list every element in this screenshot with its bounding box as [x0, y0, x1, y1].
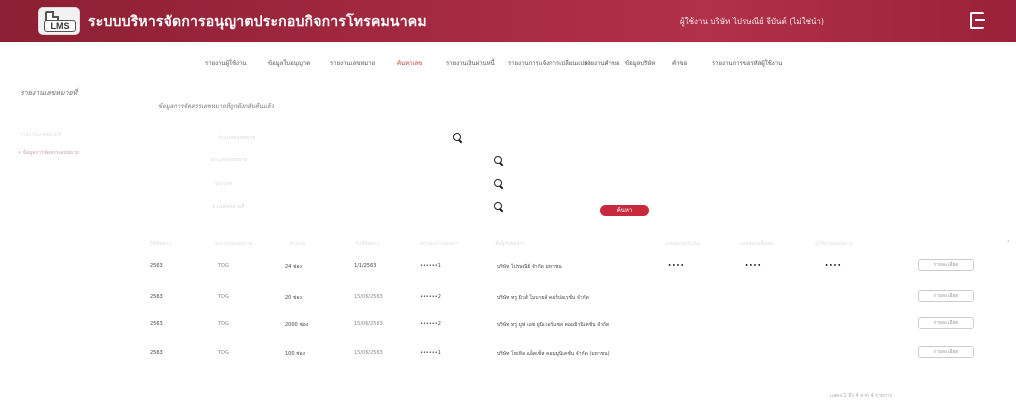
logo-text: LMS [44, 20, 76, 32]
column-header[interactable]: ผู้ใช้งานเลขหมาย [815, 240, 853, 248]
sidebar-item-number-report[interactable]: รายงานเลขหมายที่ [20, 131, 61, 139]
cell-name: บริษัท โทเทิ่ล แอ็คเซ็ส คอมมูนิเคชั่น จำ… [497, 351, 610, 357]
cell-year: 2563 [150, 294, 163, 300]
field-label-number-range: ช่วงเลขหมายที่ [212, 204, 245, 210]
table-row: 2563 TOG 24 ช่อง 1/1/2563 ••••••1 บริษัท… [0, 259, 1016, 283]
cell-status: ••••••2 [420, 321, 441, 327]
detail-button[interactable]: รายละเอียด [918, 259, 974, 271]
field-label-category: ประเภท [215, 181, 232, 187]
cell-year: 2563 [150, 263, 163, 269]
detail-button[interactable]: รายละเอียด [918, 346, 974, 358]
nav-item-request-report[interactable]: รายงานคำขอ [584, 58, 620, 68]
cell-date: 15/06/2563 [354, 350, 383, 356]
cell-type: TOG [218, 294, 229, 300]
table-row: 2563 TOG 20 ช่อง 15/06/2563 ••••••2 บริษ… [0, 290, 1016, 314]
cell-start: •••• [668, 263, 685, 269]
nav-item-license[interactable]: ข้อมูลใบอนุญาต [268, 58, 310, 68]
column-header[interactable]: เลขหมายสิ้นสุด [740, 240, 773, 248]
pagination-info: แสดง 1 ถึง 4 จาก 4 รายการ [830, 393, 893, 399]
scroll-indicator[interactable]: › [1007, 238, 1009, 245]
cell-year: 2563 [150, 350, 163, 356]
nav-item-request[interactable]: คำขอ [672, 58, 687, 68]
nav-item-user-report[interactable]: รายงานผู้ใช้งาน [205, 58, 246, 68]
cell-name: บริษัท ทรู มิวส์ โมบายล์ คอร์ปอเรชั่น จำ… [497, 295, 589, 301]
search-icon[interactable] [494, 156, 504, 166]
column-header[interactable]: เลขหมายเริ่มต้น [665, 240, 700, 248]
user-info: ผู้ใช้งาน บริษัท ไปรษณีย์ จีบันต์ (ไม่ใช… [680, 17, 825, 26]
field-label-number-type: ประเภทเลขหมาย [218, 135, 256, 141]
cell-end: •••• [745, 263, 762, 269]
cell-status: ••••••2 [420, 294, 441, 300]
cell-name: บริษัท ทรู มูฟ เอช ยูนิเวอร์แซล คอมมิวนิ… [497, 322, 610, 328]
column-header[interactable]: จำนวน [290, 240, 305, 248]
cell-type: TOG [218, 321, 229, 327]
page-title: ข้อมูลการจัดสรรเลขหมายที่ถูกดึงกลับคืนแล… [158, 103, 274, 110]
nav-item-number-report[interactable]: รายงานเลขหมาย [330, 58, 375, 68]
cell-user: •••• [825, 263, 842, 269]
cell-date: 15/06/2563 [354, 321, 383, 327]
field-label-number-type-2: ประเภทเลขหมาย [210, 157, 248, 163]
detail-button[interactable]: รายละเอียด [918, 317, 974, 329]
cell-amount: 100 ช่อง [285, 351, 305, 357]
table-header: ปีที่จัดสรร ประเภทเลขหมาย จำนวน วันที่จั… [0, 240, 1016, 252]
search-icon[interactable] [494, 179, 504, 189]
cell-amount: 24 ช่อง [285, 264, 302, 270]
sidebar-title: รายงานเลขหมายที่ [20, 89, 78, 97]
detail-button[interactable]: รายละเอียด [918, 290, 974, 302]
column-header[interactable]: ชื่อผู้รับจัดสรร [495, 240, 525, 248]
search-icon[interactable] [494, 202, 504, 212]
nav-item-search-number[interactable]: ค้นหาเลข [397, 58, 422, 68]
nav-item-company[interactable]: ข้อมูลบริษัท [625, 58, 655, 68]
nav-item-change-report[interactable]: รายงานการแจ้งการเปลี่ยนแปลง [508, 58, 591, 68]
app-header: LMS ระบบบริหารจัดการอนุญาตประกอบกิจการโท… [0, 0, 1016, 42]
cell-amount: 20 ช่อง [285, 295, 302, 301]
top-navigation: รายงานผู้ใช้งาน ข้อมูลใบอนุญาต รายงานเลข… [0, 54, 1016, 74]
cell-type: TOG [218, 350, 229, 356]
nav-item-user-code-report[interactable]: รายงานการขอรหัสผู้ใช้งาน [712, 58, 782, 68]
column-header[interactable]: ปีที่จัดสรร [150, 240, 171, 248]
search-button[interactable]: ค้นหา [600, 205, 649, 216]
search-icon[interactable] [453, 133, 463, 143]
cell-date: 1/1/2563 [354, 263, 377, 269]
cell-type: TOG [218, 263, 229, 269]
cell-date: 15/06/2563 [354, 294, 383, 300]
sidebar-item-allocation[interactable]: • ข้อมูลการจัดสรรเลขหมาย [18, 149, 79, 157]
cell-amount: 2000 ช่อง [285, 322, 309, 328]
column-header[interactable]: ประเภทเลขหมาย [215, 240, 252, 248]
lms-logo[interactable]: LMS [38, 7, 80, 35]
table-row: 2563 TOG 100 ช่อง 15/06/2563 ••••••1 บริ… [0, 346, 1016, 370]
logout-icon[interactable] [970, 12, 985, 29]
column-header[interactable]: สถานะการจัดสรร [420, 240, 458, 248]
cell-year: 2563 [150, 321, 163, 327]
cell-status: ••••••1 [420, 350, 441, 356]
nav-item-debt-report[interactable]: รายงานเงินผ่านหนี้ [446, 58, 495, 68]
app-title: ระบบบริหารจัดการอนุญาตประกอบกิจการโทรคมน… [88, 14, 427, 30]
cell-name: บริษัท ไปรษณีย์ จำกัด มหาชน [497, 264, 562, 270]
cell-status: ••••••1 [420, 263, 441, 269]
column-header[interactable]: วันที่จัดสรร [355, 240, 379, 248]
table-row: 2563 TOG 2000 ช่อง 15/06/2563 ••••••2 บร… [0, 317, 1016, 341]
